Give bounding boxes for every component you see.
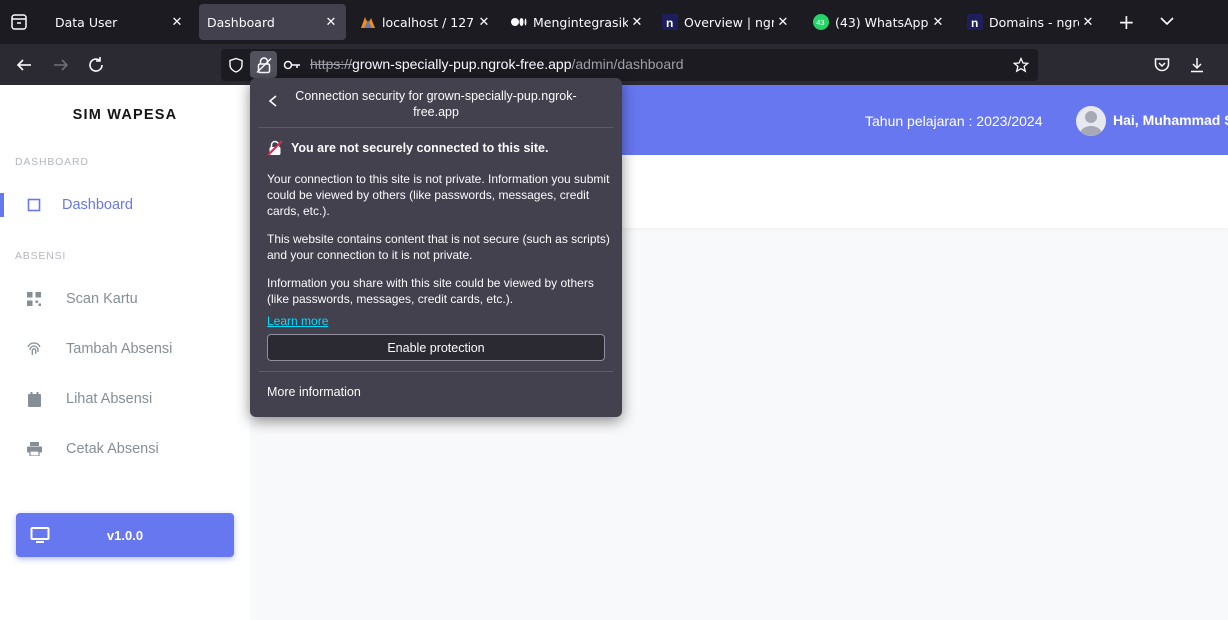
divider [259, 127, 613, 128]
sidebar: SIM WAPESA DASHBOARD Dashboard ABSENSI S… [0, 85, 250, 620]
user-avatar-icon [1080, 111, 1102, 136]
tab-medium[interactable]: Mengintegrasikan ✕ [504, 4, 652, 40]
section-heading-absensi: ABSENSI [15, 250, 67, 262]
tab-localhost[interactable]: localhost / 127.0.0 ✕ [352, 4, 499, 40]
sidebar-item-lihat-absensi[interactable]: Lihat Absensi [0, 379, 250, 419]
not-secure-warning: You are not securely connected to this s… [291, 141, 549, 155]
sidebar-item-label: Tambah Absensi [66, 341, 173, 357]
url-host: grown-specially-pup.ngrok-free.app [352, 56, 572, 72]
firefox-view-icon[interactable] [10, 13, 28, 31]
tab-title: localhost / 127.0.0 [382, 14, 475, 30]
qr-code-icon [24, 289, 44, 309]
sidebar-item-scan-kartu[interactable]: Scan Kartu [0, 279, 250, 319]
tab-dashboard[interactable]: Dashboard ✕ [199, 4, 346, 40]
back-button[interactable] [13, 54, 35, 76]
whatsapp-icon: 43 [813, 14, 829, 30]
tracking-shield-icon[interactable] [228, 57, 244, 73]
sidebar-item-label: Lihat Absensi [66, 391, 153, 407]
more-information-item[interactable]: More information [267, 385, 361, 399]
reload-button[interactable] [85, 54, 107, 76]
tab-title: Data User [55, 14, 118, 30]
learn-more-link[interactable]: Learn more [267, 314, 328, 328]
key-icon[interactable] [283, 58, 301, 72]
tab-whatsapp[interactable]: 43 (43) WhatsApp ✕ [807, 4, 953, 40]
phpmyadmin-icon [360, 14, 376, 30]
brand-title[interactable]: SIM WAPESA [0, 107, 250, 123]
medium-icon [511, 14, 527, 30]
square-icon [24, 195, 44, 215]
tab-ngrok-domains[interactable]: n Domains - ngrok ✕ [961, 4, 1103, 40]
forward-button[interactable] [50, 54, 72, 76]
tab-title: Domains - ngrok [989, 14, 1079, 30]
pocket-icon [1154, 58, 1170, 72]
tab-bar: Data User ✕ Dashboard ✕ localhost / 127.… [0, 0, 1228, 44]
fingerprint-icon [24, 339, 44, 359]
reload-icon [89, 57, 103, 72]
insecure-lock-icon [256, 56, 271, 73]
divider [259, 371, 613, 372]
sharing-paragraph: Information you share with this site cou… [267, 276, 594, 306]
sidebar-item-label: Dashboard [62, 197, 133, 213]
sidebar-item-cetak-absensi[interactable]: Cetak Absensi [0, 429, 250, 469]
tab-title: Dashboard [207, 14, 275, 30]
close-tab-icon[interactable]: ✕ [1079, 15, 1097, 30]
url-scheme: https:// [310, 56, 353, 72]
calendar-icon [24, 389, 44, 409]
sidebar-item-dashboard[interactable]: Dashboard [0, 185, 250, 225]
tab-title: Mengintegrasikan [533, 14, 628, 30]
tab-data-user[interactable]: Data User ✕ [46, 4, 192, 40]
close-tab-icon[interactable]: ✕ [168, 15, 186, 30]
new-tab-button[interactable]: + [1118, 10, 1135, 34]
close-tab-icon[interactable]: ✕ [475, 15, 493, 30]
close-tab-icon[interactable]: ✕ [322, 15, 340, 30]
downloads-button[interactable] [1186, 54, 1208, 76]
arrow-left-icon [16, 59, 31, 71]
tab-title: Overview | ngrok [684, 14, 774, 30]
close-tab-icon[interactable]: ✕ [929, 15, 947, 30]
close-tab-icon[interactable]: ✕ [774, 15, 792, 30]
close-tab-icon[interactable]: ✕ [628, 15, 646, 30]
tab-title: (43) WhatsApp [835, 14, 929, 30]
printer-icon [24, 439, 44, 459]
avatar[interactable] [1076, 106, 1106, 136]
url-path: /admin/dashboard [571, 56, 684, 72]
ngrok-icon: n [967, 14, 983, 30]
download-icon [1191, 58, 1203, 73]
pocket-button[interactable] [1151, 54, 1173, 76]
bookmark-star-icon[interactable] [1013, 57, 1029, 73]
svg-text:43: 43 [816, 18, 824, 27]
sidebar-item-label: Scan Kartu [66, 291, 138, 307]
user-greeting[interactable]: Hai, Muhammad S [1113, 112, 1228, 128]
ngrok-icon: n [662, 14, 678, 30]
mixed-content-paragraph: This website contains content that is no… [267, 232, 610, 262]
svg-text:n: n [971, 16, 978, 30]
back-arrow-icon[interactable] [266, 94, 280, 108]
academic-year-text: Tahun pelajaran : 2023/2024 [865, 113, 1043, 129]
sidebar-item-label: Cetak Absensi [66, 441, 159, 457]
svg-text:n: n [666, 16, 673, 30]
privacy-paragraph: Your connection to this site is not priv… [267, 172, 610, 218]
connection-security-panel: Connection security for grown-specially-… [250, 78, 622, 417]
version-button[interactable]: v1.0.0 [16, 513, 234, 557]
arrow-right-icon [54, 59, 69, 71]
chevron-down-icon[interactable] [1158, 12, 1176, 30]
enable-protection-button[interactable]: Enable protection [267, 334, 605, 361]
sidebar-item-tambah-absensi[interactable]: Tambah Absensi [0, 329, 250, 369]
insecure-lock-icon [267, 140, 283, 156]
site-security-button[interactable] [250, 51, 277, 78]
url-text[interactable]: https://grown-specially-pup.ngrok-free.a… [310, 56, 684, 72]
section-heading-dashboard: DASHBOARD [15, 156, 89, 168]
monitor-icon [30, 527, 50, 543]
tab-ngrok-overview[interactable]: n Overview | ngrok ✕ [656, 4, 798, 40]
panel-title: Connection security for grown-specially-… [295, 89, 577, 119]
